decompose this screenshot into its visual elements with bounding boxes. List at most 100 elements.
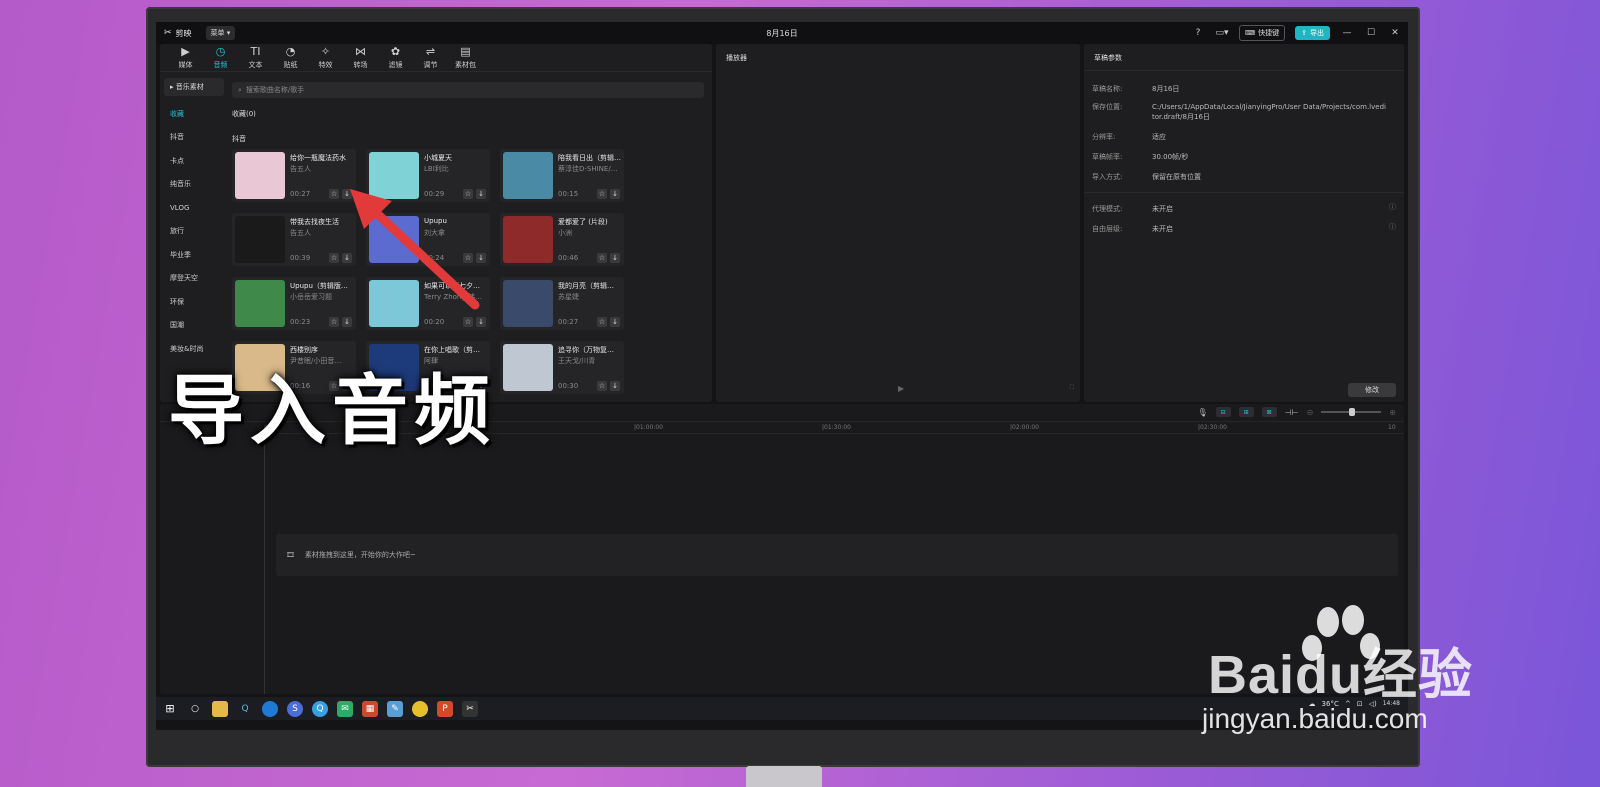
category-item[interactable]: VLOG [164,196,224,220]
category-item[interactable]: 摩登天空 [164,267,224,291]
chrome-icon[interactable] [412,700,428,717]
draft-params-panel: 草稿参数 草稿名称: 8月16日 保存位置: C:/Users/1/AppData/L… [1084,44,1404,402]
search-circle-icon[interactable]: ○ [187,701,203,717]
favorite-star-icon[interactable]: ☆ [329,253,339,263]
qq-browser-icon[interactable]: Q [312,700,328,717]
song-card[interactable]: 给你一瓶魔法药水 告五人 00:27 ☆ ↓ [232,149,356,202]
auto-snap-button[interactable]: ⊞ [1238,407,1254,417]
ruler-tick: |01:00:00 [634,424,663,431]
category-item[interactable]: 国潮 [164,314,224,338]
keyboard-icon: ⌨ [1245,29,1256,37]
category-item[interactable]: 卡点 [164,149,224,173]
download-icon[interactable]: ↓ [610,381,620,391]
category-header[interactable]: ▸ 音乐素材 [164,78,224,96]
split-icon[interactable]: ⊣⊢ [1285,408,1299,417]
linkage-button[interactable]: ⊠ [1261,407,1277,417]
song-title: 在你上唱歌（剪… [424,346,480,354]
tool-0[interactable]: ▶ 媒体 [168,46,203,71]
layout-icon[interactable]: ▭▾ [1215,28,1229,38]
category-item[interactable]: 抖音 [164,126,224,150]
param-key: 分辨率: [1092,133,1116,141]
draft-param-row: 代理模式: 未开启 [1092,204,1388,214]
param-value: 未开启 [1152,205,1173,213]
app-logo: ✂ 剪映 [164,28,192,39]
wechat-icon[interactable]: ✉ [337,700,353,717]
play-icon[interactable]: ▶ [898,384,904,393]
edge-icon[interactable] [262,700,278,717]
favorite-star-icon[interactable]: ☆ [597,253,607,263]
favorite-star-icon[interactable]: ☆ [597,189,607,199]
ruler-tick: |02:30:00 [1198,424,1227,431]
powerpoint-icon[interactable]: P [437,700,453,717]
category-item[interactable]: 收藏 [164,102,224,126]
search-input[interactable]: ⌕ 搜索歌曲名称/歌手 [232,82,704,98]
song-card[interactable]: 追寻你（万物复… 王天戈/川青 00:30 ☆ ↓ [500,341,624,394]
tool-8[interactable]: ▤ 素材包 [448,46,483,71]
close-icon[interactable]: ✕ [1388,28,1402,38]
maximize-icon[interactable]: ☐ [1364,28,1378,38]
song-artist: LBI利比 [424,165,449,173]
tool-6[interactable]: ✿ 滤镜 [378,46,413,71]
song-card[interactable]: Upupu（剪辑版… 小岳岳爱习题 00:23 ☆ ↓ [232,277,356,330]
tool-label: 滤镜 [388,61,403,69]
song-duration: 00:27 [558,318,579,326]
export-button[interactable]: ⇪ 导出 [1295,26,1330,40]
windows-start-icon[interactable]: ⊞ [162,701,178,717]
link-main-track-button[interactable]: ⊟ [1215,407,1231,417]
tool-2[interactable]: TI 文本 [238,46,273,71]
tool-5[interactable]: ⋈ 转场 [343,46,378,71]
song-title: 西楼别序 [290,346,318,354]
tool-1[interactable]: ◷ 音频 [203,46,238,71]
download-icon[interactable]: ↓ [610,317,620,327]
notepad-icon[interactable]: ✎ [387,700,403,717]
tool-3[interactable]: ◔ 贴纸 [273,46,308,71]
category-item[interactable]: 毕业季 [164,243,224,267]
category-list: ▸ 音乐素材收藏 抖音 卡点 纯音乐 VLOG 旅行 毕业季 摩登天空 环保 国潮 美妆&时尚 [164,78,224,361]
param-value: 未开启 [1152,225,1173,233]
browser-search-icon[interactable]: Q [237,701,253,717]
category-item[interactable]: 环保 [164,290,224,314]
capcut-icon[interactable]: ✂ [462,700,478,717]
song-card[interactable]: 我的月亮（剪辑… 苏星婕 00:27 ☆ ↓ [500,277,624,330]
minimize-icon[interactable]: — [1340,28,1354,38]
shortcut-button[interactable]: ⌨ 快捷键 [1239,25,1286,41]
help-icon[interactable]: ? [1191,28,1205,38]
param-value: 适应 [1152,133,1166,141]
favorite-star-icon[interactable]: ☆ [597,381,607,391]
office-icon[interactable]: ▦ [362,700,378,717]
sogou-icon[interactable]: S [287,700,303,717]
category-item[interactable]: 旅行 [164,220,224,244]
fullscreen-icon[interactable]: ⛶ [1070,384,1074,392]
section-label: 抖音 [232,135,246,143]
favorite-star-icon[interactable]: ☆ [597,317,607,327]
timeline-tools: 🎙 ⊟ ⊞ ⊠ ⊣⊢ ⊖ ⊕ [1198,407,1396,417]
zoom-out-icon[interactable]: ⊖ [1307,408,1314,417]
tool-4[interactable]: ✧ 特效 [308,46,343,71]
download-icon[interactable]: ↓ [610,253,620,263]
category-item[interactable]: 美妆&时尚 [164,337,224,361]
song-title: 陪我看日出（剪辑… [558,154,621,162]
favorite-star-icon[interactable]: ☆ [329,189,339,199]
song-duration: 00:27 [290,190,311,198]
favorite-star-icon[interactable]: ☆ [329,317,339,327]
drop-hint: 素材拖拽到这里，开始你的大作吧~ [304,551,416,559]
info-icon[interactable]: ⓘ [1389,202,1396,212]
song-card[interactable]: 爱都爱了 (片段) 小洲 00:46 ☆ ↓ [500,213,624,266]
info-icon[interactable]: ⓘ [1389,222,1396,232]
drop-zone[interactable]: 🎞 素材拖拽到这里，开始你的大作吧~ [276,534,1398,576]
song-duration: 00:46 [558,254,579,262]
zoom-in-icon[interactable]: ⊕ [1389,408,1396,417]
category-item[interactable]: 纯音乐 [164,173,224,197]
tool-7[interactable]: ⇌ 调节 [413,46,448,71]
song-card[interactable]: 陪我看日出（剪辑… 蔡淳佳D-SHINE/… 00:15 ☆ ↓ [500,149,624,202]
song-card[interactable]: 带我去找夜生活 告五人 00:39 ☆ ↓ [232,213,356,266]
file-explorer-icon[interactable] [212,700,228,717]
song-duration: 00:23 [290,318,311,326]
microphone-icon[interactable]: 🎙 [1198,408,1208,417]
zoom-slider[interactable] [1321,408,1382,416]
download-icon[interactable]: ↓ [610,189,620,199]
song-title: 给你一瓶魔法药水 [290,154,346,162]
menu-button[interactable]: 菜单 ▾ [205,26,236,40]
modify-button[interactable]: 修改 [1348,383,1396,397]
search-icon: ⌕ [238,85,242,94]
